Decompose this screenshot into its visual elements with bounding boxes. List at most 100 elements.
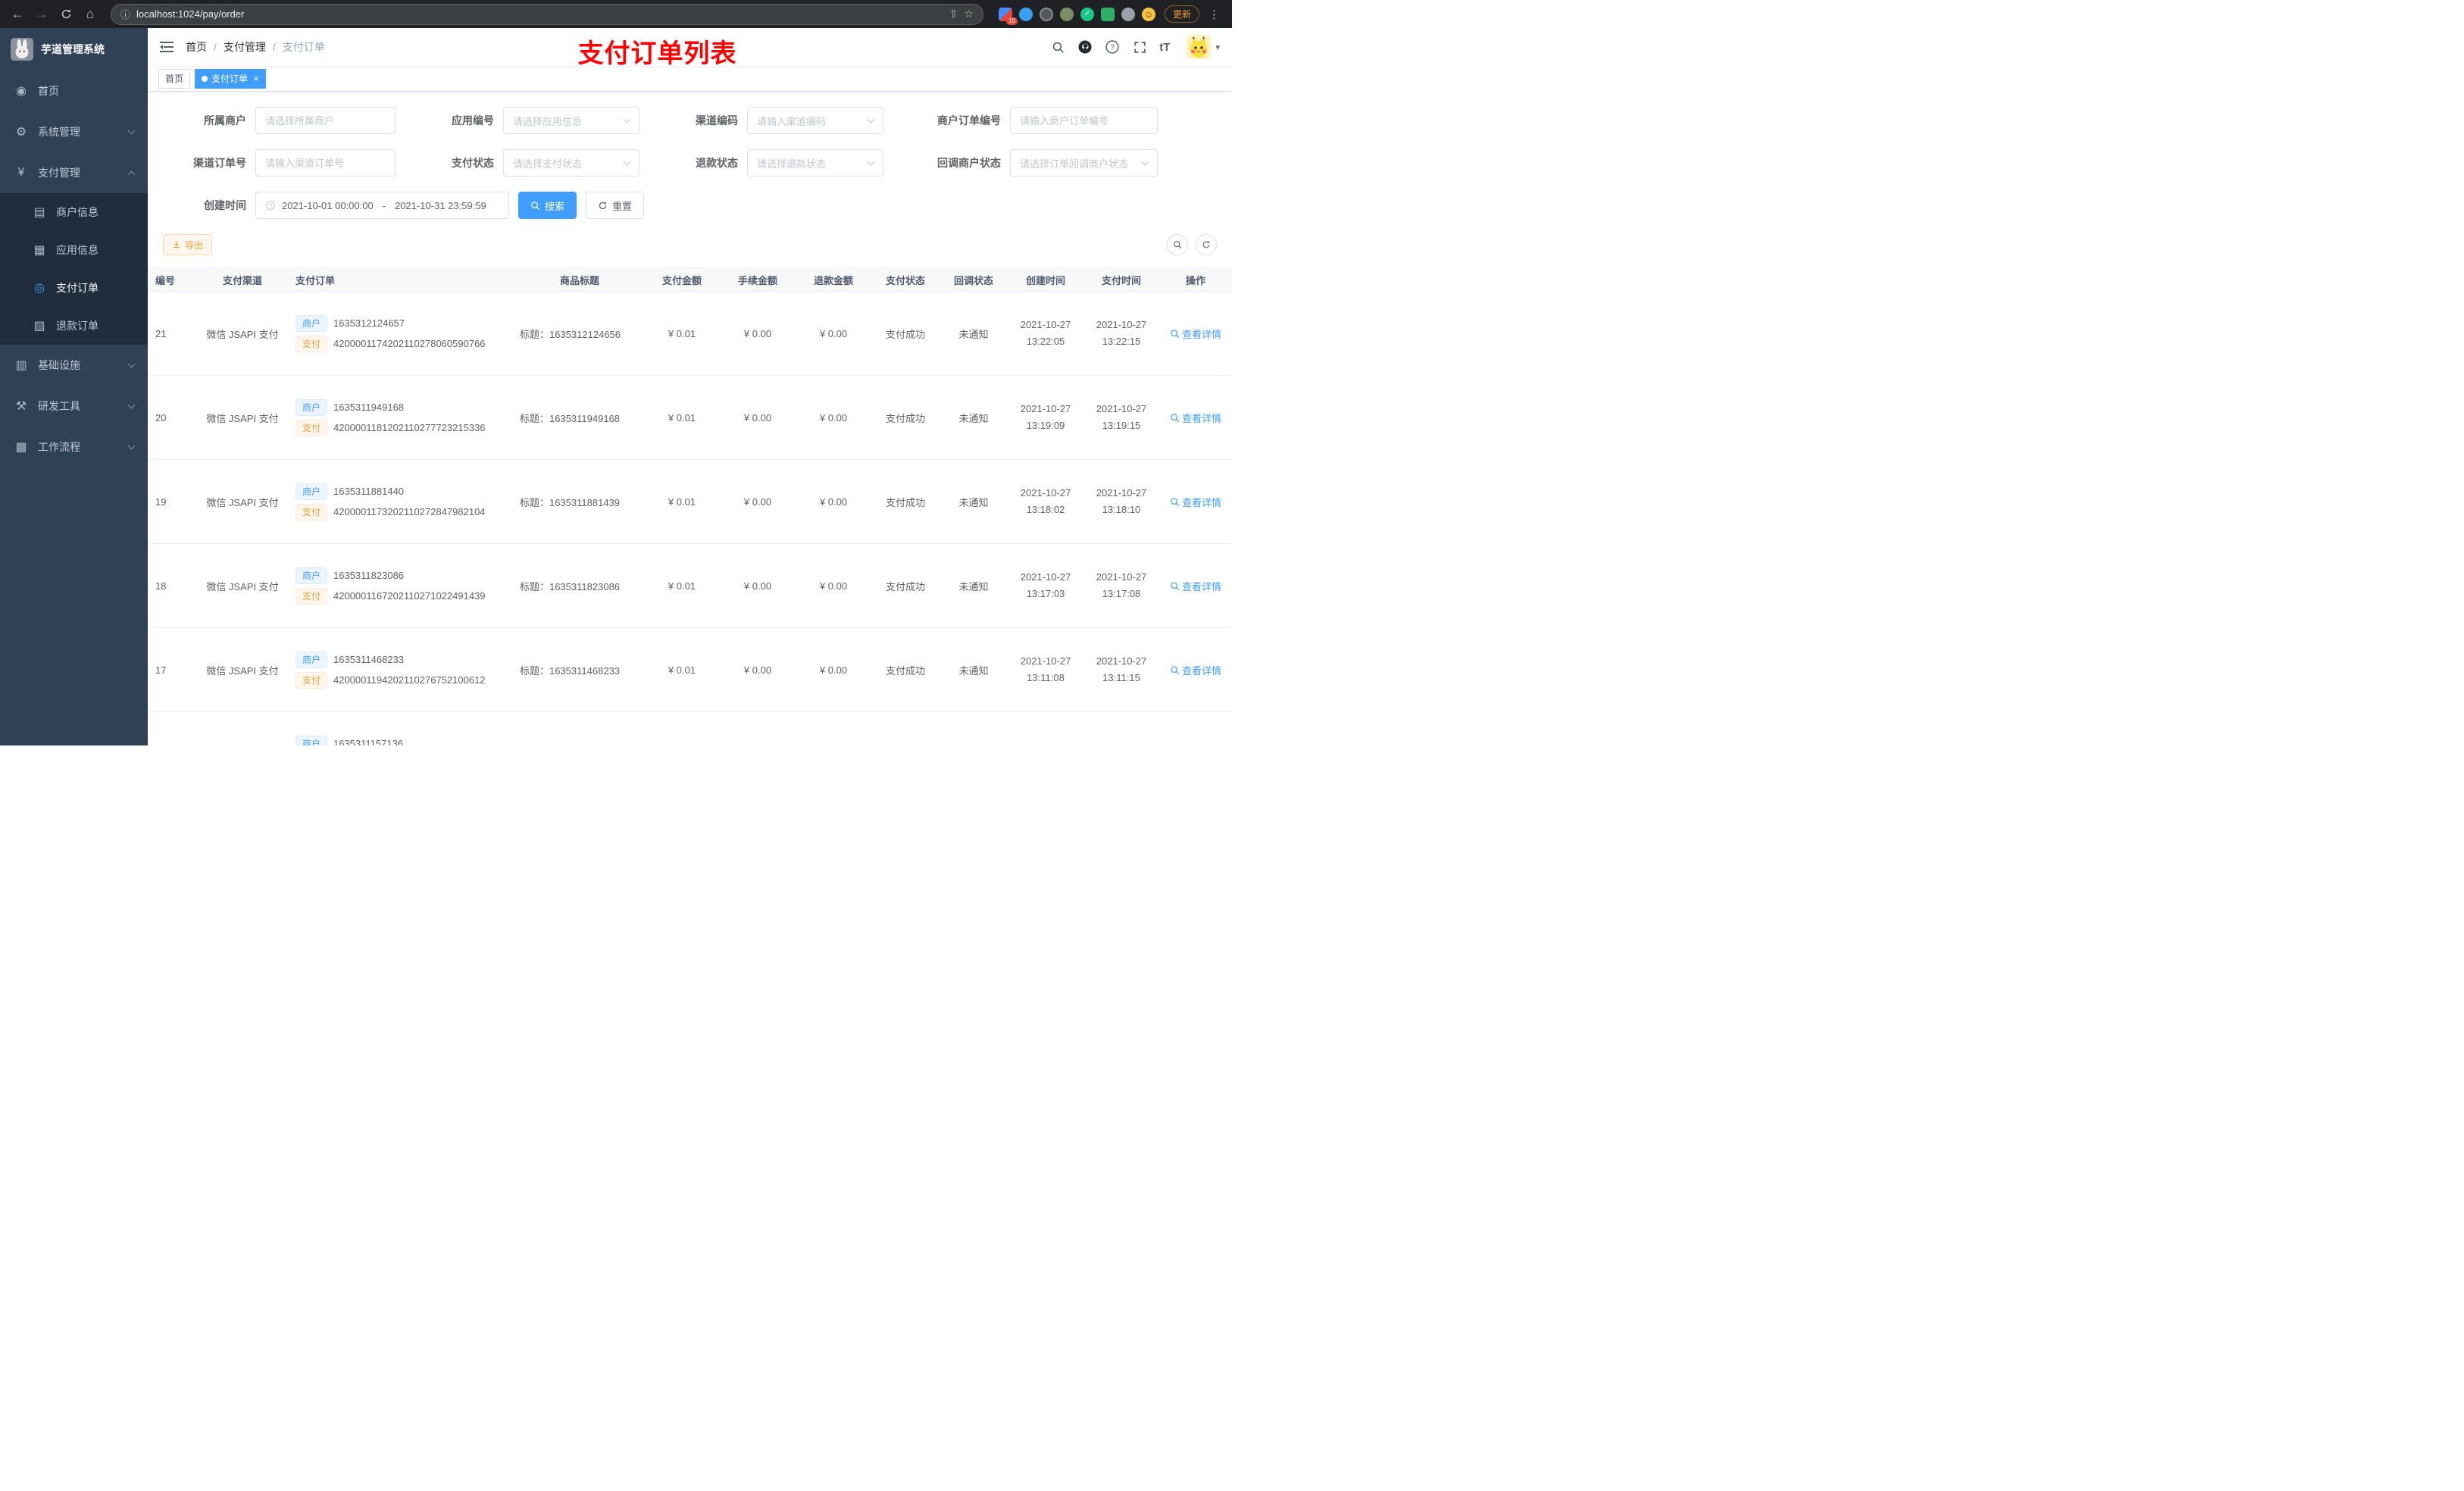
table-row: 16 微信 JSAPI 支付 商户 1635311157136 支付 标题： xyxy=(148,711,1232,746)
navbar: 首页 / 支付管理 / 支付订单 支付订单列表 ? tT ▾ xyxy=(148,28,1232,68)
view-detail-link[interactable]: 查看详情 xyxy=(1170,495,1221,509)
merchant-order-no: 1635311949168 xyxy=(333,402,405,413)
help-icon[interactable]: ? xyxy=(1105,39,1120,55)
cell-title: 标题：1635311823086 xyxy=(515,543,644,628)
col-header-pay-time: 支付时间 xyxy=(1083,267,1159,292)
cell-fee: ¥ 0.00 xyxy=(720,543,796,628)
extension-icon[interactable]: ✓ xyxy=(1080,7,1094,21)
merchant-filter-input[interactable] xyxy=(255,107,396,134)
date-end[interactable]: 2021-10-31 23:59:59 xyxy=(395,200,486,211)
profile-avatar-icon[interactable]: ☺ xyxy=(1141,7,1155,21)
breadcrumb: 首页 / 支付管理 / 支付订单 xyxy=(186,39,325,55)
merchant-order-no-input[interactable] xyxy=(1010,107,1158,134)
merchant-order-no: 1635311881440 xyxy=(333,486,405,497)
cell-fee: ¥ 0.00 xyxy=(720,459,796,544)
address-bar[interactable]: ⓘ localhost:1024/pay/order ⇧ ☆ xyxy=(111,3,983,25)
sidebar-item-infrastructure[interactable]: ▥ 基础设施 xyxy=(0,345,148,386)
sidebar-item-payment[interactable]: ¥ 支付管理 xyxy=(0,152,148,193)
fullscreen-icon[interactable] xyxy=(1132,39,1147,55)
browser-reload-icon[interactable] xyxy=(56,5,76,24)
font-size-icon[interactable]: tT xyxy=(1159,41,1170,54)
col-header-amount: 支付金额 xyxy=(644,267,720,292)
browser-update-button[interactable]: 更新 xyxy=(1164,5,1199,23)
cell-amount xyxy=(644,711,720,746)
channel-order-no-input[interactable] xyxy=(255,149,396,177)
cell-notify: 未通知 xyxy=(940,543,1008,628)
cell-status: 支付成功 xyxy=(871,291,940,376)
sidebar-item-dev-tools[interactable]: ⚒ 研发工具 xyxy=(0,386,148,427)
extension-icon[interactable] xyxy=(1059,7,1074,21)
refund-status-select[interactable]: 请选择退款状态 xyxy=(747,149,883,177)
cell-order: 商户 1635311949168 支付 42000011812021102777… xyxy=(288,375,515,460)
merchant-order-no: 1635312124657 xyxy=(333,317,405,329)
tag-pay-order[interactable]: 支付订单 × xyxy=(195,68,266,89)
app-no-select[interactable]: 请选择应用信息 xyxy=(503,107,639,134)
cell-amount: ¥ 0.01 xyxy=(644,375,720,460)
cell-id: 19 xyxy=(148,459,197,544)
reset-button[interactable]: 重置 xyxy=(586,192,645,219)
tag-close-icon[interactable]: × xyxy=(253,73,259,83)
table-row: 20 微信 JSAPI 支付 商户 1635311949168 支付 42000… xyxy=(148,375,1232,460)
sidebar: 芋道管理系统 ◉ 首页 ⚙ 系统管理 ¥ 支付管理 ▤ 商户信息 ▦ 应用信息 … xyxy=(0,28,148,746)
breadcrumb-payment[interactable]: 支付管理 xyxy=(224,39,266,55)
cell-status: 支付成功 xyxy=(871,543,940,628)
sidebar-item-system[interactable]: ⚙ 系统管理 xyxy=(0,111,148,152)
pay-order-no: 4200001194202110276752100612 xyxy=(333,674,486,686)
user-avatar[interactable]: ▾ xyxy=(1187,35,1220,59)
extension-icon[interactable] xyxy=(1039,7,1053,21)
extensions-puzzle-icon[interactable] xyxy=(1121,7,1135,21)
pay-order-no: 4200001174202110278060590766 xyxy=(333,338,486,349)
refresh-icon xyxy=(599,201,607,209)
github-icon[interactable] xyxy=(1077,39,1093,55)
pay-status-select[interactable]: 请选择支付状态 xyxy=(503,149,639,177)
cell-actions: 查看详情 xyxy=(1159,711,1232,746)
bookmark-star-icon[interactable]: ☆ xyxy=(964,8,974,20)
extension-icon[interactable]: 10 xyxy=(998,7,1018,25)
url-text[interactable]: localhost:1024/pay/order xyxy=(136,8,943,20)
site-info-icon[interactable]: ⓘ xyxy=(120,7,130,21)
pay-tag: 支付 xyxy=(295,587,328,605)
sidebar-item-app-info[interactable]: ▦ 应用信息 xyxy=(0,231,148,269)
browser-menu-icon[interactable]: ⋮ xyxy=(1204,8,1224,21)
callback-status-filter-label: 回调商户状态 xyxy=(937,157,1001,169)
sidebar-item-refund-order[interactable]: ▧ 退款订单 xyxy=(0,307,148,345)
sidebar-item-workflow[interactable]: ▩ 工作流程 xyxy=(0,427,148,467)
toggle-search-button[interactable] xyxy=(1167,234,1188,255)
refresh-table-button[interactable] xyxy=(1196,234,1217,255)
extension-icon[interactable] xyxy=(1018,7,1033,21)
cell-create-time: 2021-10-27 13:22:05 xyxy=(1008,291,1083,376)
pay-status-filter-label: 支付状态 xyxy=(452,157,494,169)
cell-title: 标题： xyxy=(515,711,644,746)
sidebar-item-home[interactable]: ◉ 首页 xyxy=(0,70,148,111)
browser-home-icon[interactable]: ⌂ xyxy=(80,5,100,24)
browser-back-icon[interactable]: ← xyxy=(8,5,27,24)
view-detail-link[interactable]: 查看详情 xyxy=(1170,663,1221,677)
col-header-channel: 支付渠道 xyxy=(197,267,288,292)
sidebar-item-pay-order[interactable]: ◎ 支付订单 xyxy=(0,269,148,307)
breadcrumb-home[interactable]: 首页 xyxy=(186,39,207,55)
cell-create-time: 2021-10-27 13:19:09 xyxy=(1008,375,1083,460)
view-detail-link[interactable]: 查看详情 xyxy=(1170,411,1221,425)
callback-status-select[interactable]: 请选择订单回调商户状态 xyxy=(1010,149,1158,177)
export-button[interactable]: 导出 xyxy=(163,234,213,255)
cell-channel: 微信 JSAPI 支付 xyxy=(197,711,288,746)
create-time-range-picker[interactable]: 2021-10-01 00:00:00 - 2021-10-31 23:59:5… xyxy=(255,192,509,219)
payment-submenu: ▤ 商户信息 ▦ 应用信息 ◎ 支付订单 ▧ 退款订单 xyxy=(0,193,148,345)
search-icon[interactable] xyxy=(1050,39,1065,55)
share-icon[interactable]: ⇧ xyxy=(949,8,958,20)
view-detail-link[interactable]: 查看详情 xyxy=(1170,327,1221,341)
cell-pay-time: 2021-10-27 13:17:08 xyxy=(1083,543,1159,628)
date-start[interactable]: 2021-10-01 00:00:00 xyxy=(282,200,374,211)
hamburger-icon[interactable] xyxy=(160,41,174,53)
browser-forward-icon[interactable]: → xyxy=(32,5,52,24)
view-detail-link[interactable]: 查看详情 xyxy=(1170,579,1221,593)
channel-code-select[interactable]: 请输入渠道编码 xyxy=(747,107,883,134)
cell-id: 17 xyxy=(148,627,197,712)
search-button[interactable]: 搜索 xyxy=(518,192,577,219)
sidebar-logo[interactable]: 芋道管理系统 xyxy=(0,28,148,70)
tag-home[interactable]: 首页 xyxy=(158,68,191,89)
sidebar-item-merchant-info[interactable]: ▤ 商户信息 xyxy=(0,193,148,231)
cell-title: 标题：1635311949168 xyxy=(515,375,644,460)
extension-icon[interactable] xyxy=(1100,7,1115,21)
cell-refund: ¥ 0.00 xyxy=(796,459,871,544)
